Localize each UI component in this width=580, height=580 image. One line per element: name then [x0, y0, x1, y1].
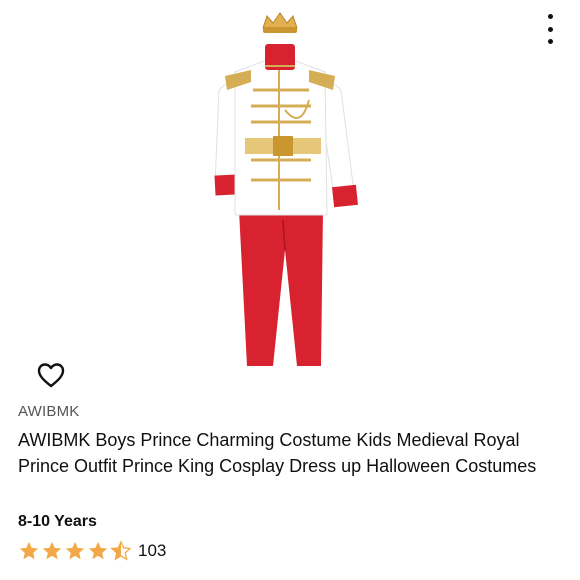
size-label: 8-10 Years — [18, 513, 97, 530]
rating-row[interactable]: 103 — [18, 540, 166, 562]
star-full-icon — [88, 541, 108, 560]
product-image[interactable] — [205, 10, 370, 370]
more-options-icon[interactable] — [544, 14, 556, 44]
star-rating — [18, 540, 132, 562]
menu-dot — [547, 39, 553, 44]
wishlist-heart-icon[interactable] — [36, 360, 66, 390]
star-half-icon — [110, 540, 132, 561]
star-full-icon — [65, 541, 85, 560]
star-full-icon — [42, 541, 62, 560]
crown-icon — [262, 12, 298, 33]
star-full-icon — [19, 541, 39, 560]
product-title[interactable]: AWIBMK Boys Prince Charming Costume Kids… — [18, 427, 558, 479]
rating-count[interactable]: 103 — [138, 541, 166, 561]
menu-dot — [547, 14, 553, 19]
brand-name[interactable]: AWIBMK — [18, 403, 79, 420]
menu-dot — [547, 26, 553, 32]
